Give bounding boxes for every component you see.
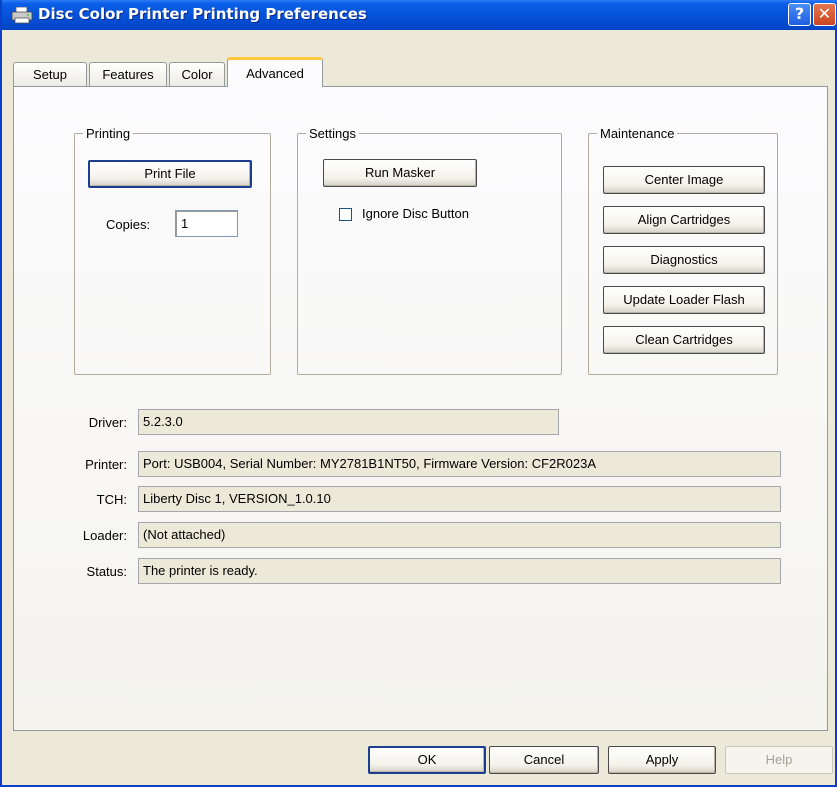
advanced-tab-panel: Printing Print File Copies: 1 Settings R…	[13, 86, 828, 731]
status-label: Status:	[86, 564, 127, 579]
printer-label: Printer:	[85, 457, 127, 472]
apply-button[interactable]: Apply	[608, 746, 716, 774]
printer-icon	[11, 7, 33, 24]
window-title: Disc Color Printer Printing Preferences	[38, 5, 367, 23]
clean-cartridges-button[interactable]: Clean Cartridges	[603, 326, 765, 354]
update-loader-flash-button[interactable]: Update Loader Flash	[603, 286, 765, 314]
tch-field: Liberty Disc 1, VERSION_1.0.10	[138, 486, 781, 512]
printing-group: Printing Print File Copies: 1	[74, 126, 271, 375]
help-title-button[interactable]: ?	[788, 3, 811, 26]
cancel-button[interactable]: Cancel	[489, 746, 599, 774]
tab-setup[interactable]: Setup	[13, 62, 87, 86]
title-bar[interactable]: Disc Color Printer Printing Preferences …	[2, 0, 837, 30]
settings-group: Settings Run Masker Ignore Disc Button	[297, 126, 562, 375]
tab-color[interactable]: Color	[169, 62, 225, 86]
diagnostics-button[interactable]: Diagnostics	[603, 246, 765, 274]
tch-label: TCH:	[96, 492, 127, 507]
status-field: The printer is ready.	[138, 558, 781, 584]
close-button[interactable]: ✕	[813, 3, 836, 26]
loader-field: (Not attached)	[138, 522, 781, 548]
run-masker-button[interactable]: Run Masker	[323, 159, 477, 187]
settings-group-label: Settings	[306, 126, 359, 141]
printing-group-label: Printing	[83, 126, 134, 141]
print-file-button[interactable]: Print File	[88, 160, 252, 188]
loader-label: Loader:	[82, 528, 127, 543]
maintenance-group: Maintenance Center Image Align Cartridge…	[588, 126, 778, 375]
printer-field: Port: USB004, Serial Number: MY2781B1NT5…	[138, 451, 781, 477]
driver-label: Driver:	[88, 415, 127, 430]
maintenance-group-label: Maintenance	[597, 126, 678, 141]
dialog-window: Disc Color Printer Printing Preferences …	[0, 0, 837, 787]
center-image-button[interactable]: Center Image	[603, 166, 765, 194]
ok-button[interactable]: OK	[368, 746, 486, 774]
driver-field: 5.2.3.0	[138, 409, 559, 435]
ignore-disc-checkbox[interactable]	[339, 208, 352, 221]
tab-advanced[interactable]: Advanced	[227, 57, 323, 87]
copies-input[interactable]: 1	[175, 210, 238, 237]
align-cartridges-button[interactable]: Align Cartridges	[603, 206, 765, 234]
tab-features[interactable]: Features	[89, 62, 167, 86]
ignore-disc-label[interactable]: Ignore Disc Button	[362, 206, 469, 221]
copies-label: Copies:	[106, 217, 151, 232]
help-button[interactable]: Help	[725, 746, 833, 774]
